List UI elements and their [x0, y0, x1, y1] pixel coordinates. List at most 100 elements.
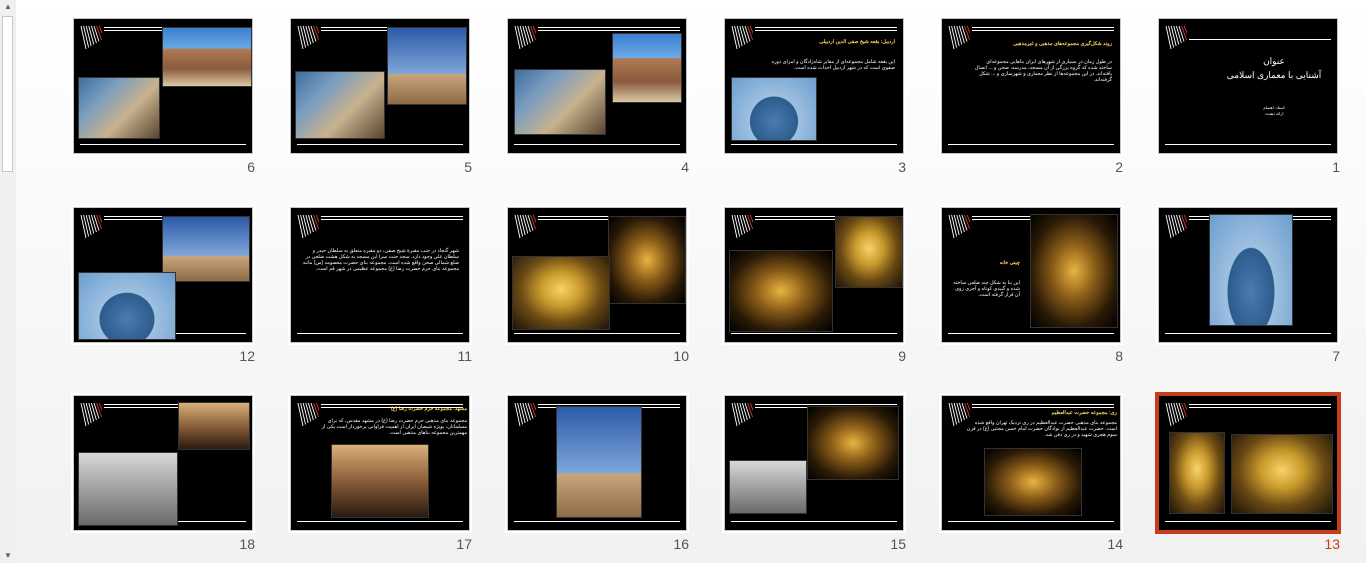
slide-canvas[interactable]: [507, 207, 687, 343]
title-stripes-decoration: [1165, 25, 1187, 50]
slide-canvas[interactable]: [1158, 395, 1338, 531]
title-stripes-decoration: [80, 214, 102, 239]
slide-number: 3: [898, 159, 906, 175]
slide-number: 13: [1324, 536, 1340, 552]
slide-body-text: ارائه دهنده:: [1264, 111, 1284, 116]
slide-canvas[interactable]: مشهد: مجموعه حرم حضرت رضا (ع) مجموعه بنای…: [290, 395, 470, 531]
slide-thumbnail-3[interactable]: اردبیل: بقعه شیخ صفی الدین اردبیلی این بق…: [724, 18, 908, 175]
slide-rule-top: [1189, 404, 1331, 405]
slide-canvas[interactable]: [724, 207, 904, 343]
slide-body-text: مجموعه بنای مذهبی حرم حضرت رضا (ع) در مش…: [321, 418, 467, 436]
slide-thumbnail-12[interactable]: 12: [73, 207, 257, 364]
title-stripes-decoration: [948, 25, 970, 50]
slide-photo: [835, 216, 903, 288]
slide-body-text: استاد: اهتمام: [1263, 105, 1285, 110]
slide-rule-bottom: [1165, 333, 1331, 334]
slide-rule-bottom: [514, 333, 680, 334]
slide-number: 8: [1115, 348, 1123, 364]
slide-canvas[interactable]: [73, 207, 253, 343]
slide-number: 4: [681, 159, 689, 175]
slide-number: 14: [1107, 536, 1123, 552]
slide-thumbnail-13[interactable]: 13: [1158, 395, 1342, 552]
slide-number: 2: [1115, 159, 1123, 175]
slide-number: 18: [239, 536, 255, 552]
slide-number: 17: [456, 536, 472, 552]
slide-photo: [295, 71, 385, 139]
scroll-thumb[interactable]: [2, 16, 13, 172]
slide-rule-top: [755, 30, 897, 31]
slide-rule-bottom: [1165, 521, 1331, 522]
slide-canvas[interactable]: شهر گنجاد در جنب مقبرۀ شیخ صفی، دو مقبره…: [290, 207, 470, 343]
slide-canvas[interactable]: اردبیل: بقعه شیخ صفی الدین اردبیلی این بق…: [724, 18, 904, 154]
slide-thumbnail-9[interactable]: 9: [724, 207, 908, 364]
slide-photo: [556, 406, 642, 518]
slide-thumbnail-2[interactable]: روند شکل‌گیری مجموعه‌های مذهبی و غیرمذهب…: [941, 18, 1125, 175]
slide-rule-top: [972, 404, 1114, 405]
slide-rule-bottom: [1165, 144, 1331, 145]
slide-rule-bottom: [80, 144, 246, 145]
vertical-scrollbar[interactable]: ▲ ▼: [0, 0, 17, 563]
title-stripes-decoration: [297, 25, 319, 50]
scroll-down-arrow-icon[interactable]: ▼: [0, 549, 16, 563]
slide-canvas[interactable]: [1158, 207, 1338, 343]
slide-photo: [1030, 214, 1118, 328]
slide-rule-top: [972, 407, 1114, 408]
slide-body-text: شهر گنجاد در جنب مقبرۀ شیخ صفی، دو مقبره…: [302, 248, 459, 272]
slide-canvas[interactable]: [73, 395, 253, 531]
slide-photo: [729, 460, 807, 514]
slide-canvas[interactable]: [73, 18, 253, 154]
slide-rule-top: [1189, 407, 1331, 408]
slide-thumbnail-18[interactable]: 18: [73, 395, 257, 552]
slide-rule-bottom: [514, 521, 680, 522]
slide-thumbnail-15[interactable]: 15: [724, 395, 908, 552]
slide-photo: [1231, 434, 1333, 514]
title-stripes-decoration: [1165, 402, 1187, 427]
slide-heading: مشهد: مجموعه حرم حضرت رضا (ع): [390, 406, 467, 412]
title-stripes-decoration: [1165, 214, 1187, 239]
slide-photo: [78, 452, 178, 526]
slide-canvas[interactable]: ری: مجموعه حضرت عبدالعظیم مجموعه بنای مذه…: [941, 395, 1121, 531]
slide-canvas[interactable]: [724, 395, 904, 531]
slide-thumbnail-7[interactable]: 7: [1158, 207, 1342, 364]
title-stripes-decoration: [80, 402, 102, 427]
slide-rule-top: [755, 27, 897, 28]
slide-number: 10: [673, 348, 689, 364]
scroll-up-arrow-icon[interactable]: ▲: [0, 0, 16, 14]
slide-body-text: عنوان: [1263, 56, 1285, 66]
slide-rule-top: [321, 216, 463, 217]
slide-rule-top: [972, 30, 1114, 31]
slide-rule-bottom: [297, 521, 463, 522]
slide-canvas[interactable]: [507, 18, 687, 154]
slide-number: 6: [247, 159, 255, 175]
title-stripes-decoration: [731, 402, 753, 427]
slide-number: 9: [898, 348, 906, 364]
slide-thumbnail-5[interactable]: 5: [290, 18, 474, 175]
slide-canvas[interactable]: چینی خانه این بنا به شکل چند ضلعی ساخته ش…: [941, 207, 1121, 343]
slide-number: 7: [1332, 348, 1340, 364]
slide-thumbnail-1[interactable]: عنوان آشنایی با معماری اسلامی استاد: اهتما…: [1158, 18, 1342, 175]
slide-canvas[interactable]: روند شکل‌گیری مجموعه‌های مذهبی و غیرمذهب…: [941, 18, 1121, 154]
slide-canvas[interactable]: عنوان آشنایی با معماری اسلامی استاد: اهتما…: [1158, 18, 1338, 154]
slide-thumbnail-8[interactable]: چینی خانه این بنا به شکل چند ضلعی ساخته ش…: [941, 207, 1125, 364]
slide-heading: روند شکل‌گیری مجموعه‌های مذهبی و غیرمذهب…: [1013, 41, 1112, 47]
slide-heading: چینی خانه: [999, 260, 1020, 266]
slide-canvas[interactable]: [290, 18, 470, 154]
slide-photo: [512, 256, 610, 330]
slide-thumbnail-11[interactable]: شهر گنجاد در جنب مقبرۀ شیخ صفی، دو مقبره…: [290, 207, 474, 364]
slide-photo: [807, 406, 899, 480]
slide-thumbnail-4[interactable]: 4: [507, 18, 691, 175]
slide-photo: [1169, 432, 1225, 514]
slide-thumbnail-10[interactable]: 10: [507, 207, 691, 364]
slide-photo: [162, 27, 252, 87]
slide-canvas[interactable]: [507, 395, 687, 531]
slide-number: 1: [1332, 159, 1340, 175]
slide-thumbnail-14[interactable]: ری: مجموعه حضرت عبدالعظیم مجموعه بنای مذه…: [941, 395, 1125, 552]
slide-thumbnail-17[interactable]: مشهد: مجموعه حرم حضرت رضا (ع) مجموعه بنای…: [290, 395, 474, 552]
title-stripes-decoration: [80, 25, 102, 50]
slide-thumbnail-16[interactable]: 16: [507, 395, 691, 552]
slide-rule-top: [538, 30, 680, 31]
title-stripes-decoration: [731, 214, 753, 239]
slide-thumbnail-6[interactable]: 6: [73, 18, 257, 175]
slide-rule-bottom: [297, 144, 463, 145]
title-stripes-decoration: [297, 214, 319, 239]
